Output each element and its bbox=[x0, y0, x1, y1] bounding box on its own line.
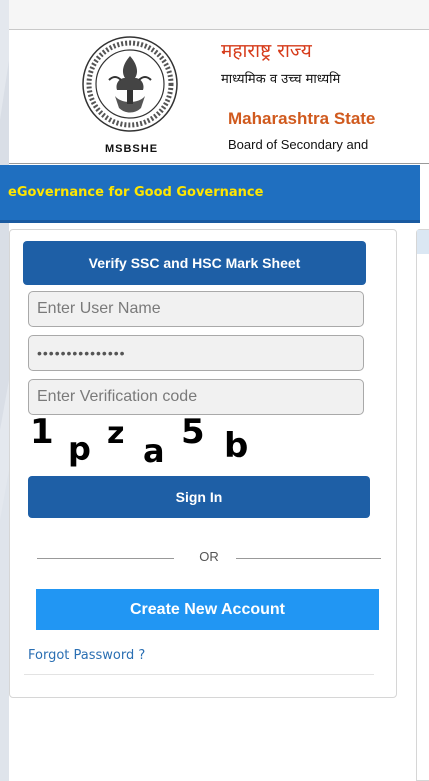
sign-in-button[interactable]: Sign In bbox=[28, 476, 370, 518]
divider-line bbox=[236, 558, 381, 559]
tagline: eGovernance for Good Governance bbox=[8, 185, 264, 200]
board-logo-seal bbox=[82, 36, 178, 132]
logo-caption: MSBSHE bbox=[104, 143, 159, 155]
verification-code-input[interactable] bbox=[28, 379, 364, 415]
right-content-panel bbox=[416, 229, 429, 781]
password-input[interactable] bbox=[28, 335, 364, 371]
captcha-char: 5 bbox=[181, 412, 205, 452]
browser-top-strip bbox=[9, 0, 429, 30]
captcha-char: z bbox=[107, 416, 125, 451]
captcha-image: 1 p z a 5 b bbox=[28, 412, 328, 472]
divider-line bbox=[37, 558, 174, 559]
board-subtitle-marathi: माध्यमिक व उच्च माध्यमि bbox=[221, 72, 341, 87]
captcha-char: a bbox=[143, 432, 165, 470]
board-title-english: Maharashtra State bbox=[228, 109, 376, 128]
username-input[interactable] bbox=[28, 291, 364, 327]
captcha-char: p bbox=[68, 430, 91, 468]
right-panel-header bbox=[417, 230, 429, 254]
captcha-char: 1 bbox=[30, 412, 54, 452]
site-header: MSBSHE महाराष्ट्र राज्य माध्यमिक व उच्च … bbox=[9, 31, 429, 164]
board-subtitle-english: Board of Secondary and bbox=[228, 137, 369, 152]
board-title-marathi: महाराष्ट्र राज्य bbox=[221, 40, 312, 62]
forgot-password-link[interactable]: Forgot Password ? bbox=[28, 648, 145, 663]
or-divider: OR bbox=[37, 548, 381, 568]
create-account-button[interactable]: Create New Account bbox=[36, 589, 379, 630]
nav-bar: eGovernance for Good Governance bbox=[0, 165, 420, 223]
captcha-char: b bbox=[224, 426, 249, 466]
divider-line bbox=[24, 674, 374, 675]
or-label: OR bbox=[199, 549, 219, 564]
verify-marksheet-tab[interactable]: Verify SSC and HSC Mark Sheet bbox=[23, 241, 366, 285]
